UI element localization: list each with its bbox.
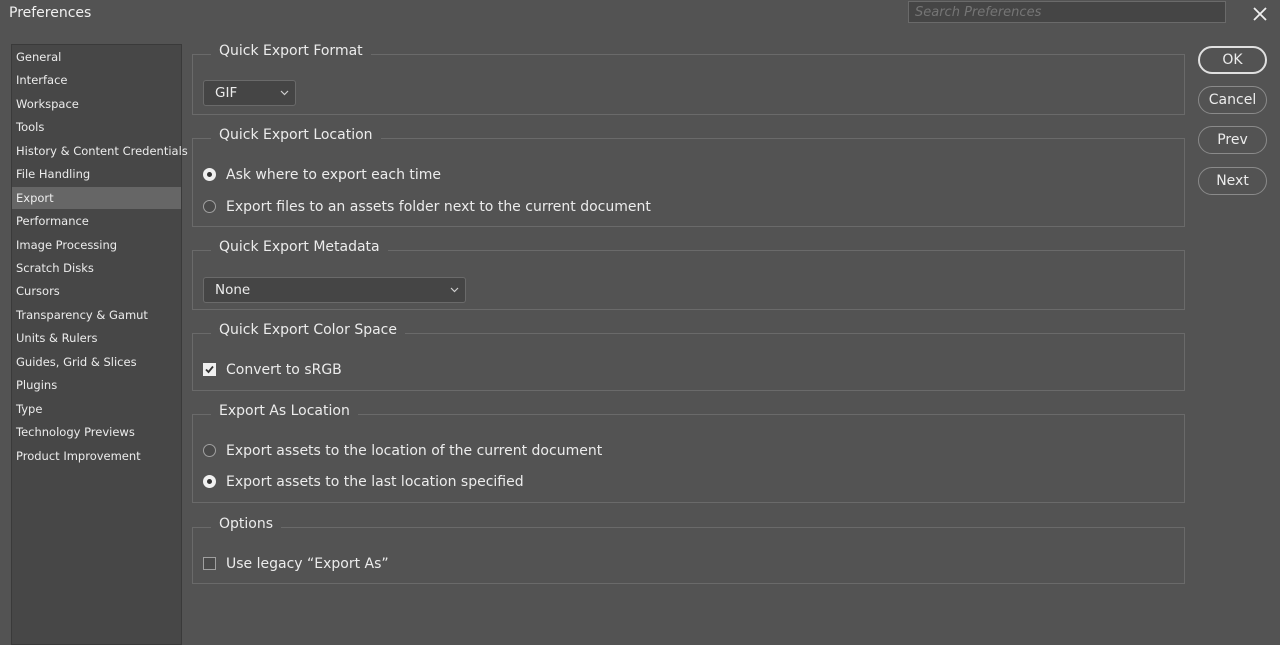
sidebar-item-performance[interactable]: Performance <box>12 210 181 232</box>
sidebar-item-interface[interactable]: Interface <box>12 69 181 91</box>
window-title: Preferences <box>9 5 92 21</box>
sidebar-item-guides[interactable]: Guides, Grid & Slices <box>12 351 181 373</box>
chevron-down-icon <box>450 287 459 293</box>
cancel-button[interactable]: Cancel <box>1198 86 1267 114</box>
radio-current-document-label: Export assets to the location of the cur… <box>226 443 603 459</box>
sidebar-item-product-improvement[interactable]: Product Improvement <box>12 445 181 467</box>
search-input[interactable] <box>908 1 1226 23</box>
checkmark-icon <box>205 365 214 374</box>
quick-export-color-space-title: Quick Export Color Space <box>211 322 405 338</box>
radio-button[interactable] <box>203 168 216 181</box>
radio-button[interactable] <box>203 200 216 213</box>
sidebar-item-technology-previews[interactable]: Technology Previews <box>12 421 181 443</box>
sidebar-item-transparency[interactable]: Transparency & Gamut <box>12 304 181 326</box>
quick-export-metadata-title: Quick Export Metadata <box>211 239 388 255</box>
sidebar-item-file-handling[interactable]: File Handling <box>12 163 181 185</box>
export-as-location-section: Export As Location Export assets to the … <box>192 403 1185 503</box>
radio-last-location-label: Export assets to the last location speci… <box>226 474 524 490</box>
title-bar: Preferences <box>0 0 1280 28</box>
sidebar-item-image-processing[interactable]: Image Processing <box>12 234 181 256</box>
radio-button[interactable] <box>203 444 216 457</box>
quick-export-format-title: Quick Export Format <box>211 43 371 59</box>
export-as-location-title: Export As Location <box>211 403 358 419</box>
preferences-sidebar: General Interface Workspace Tools Histor… <box>11 44 188 645</box>
sidebar-item-history[interactable]: History & Content Credentials <box>12 140 188 162</box>
checkbox[interactable] <box>203 363 216 376</box>
metadata-dropdown-value: None <box>215 282 251 298</box>
quick-export-location-title: Quick Export Location <box>211 127 381 143</box>
sidebar-item-cursors[interactable]: Cursors <box>12 280 181 302</box>
prev-button[interactable]: Prev <box>1198 126 1267 154</box>
radio-button[interactable] <box>203 475 216 488</box>
radio-ask-where-label: Ask where to export each time <box>226 167 442 183</box>
close-icon[interactable] <box>1250 4 1270 24</box>
next-button[interactable]: Next <box>1198 167 1267 195</box>
sidebar-item-plugins[interactable]: Plugins <box>12 374 181 396</box>
sidebar-item-export[interactable]: Export <box>12 187 181 209</box>
quick-export-metadata-section: Quick Export Metadata None <box>192 239 1185 310</box>
options-section: Options Use legacy “Export As” <box>192 516 1185 584</box>
radio-assets-folder-label: Export files to an assets folder next to… <box>226 199 651 215</box>
quick-export-color-space-section: Quick Export Color Space Convert to sRGB <box>192 322 1185 391</box>
ok-button[interactable]: OK <box>1198 46 1267 74</box>
checkbox[interactable] <box>203 557 216 570</box>
legacy-export-as-label: Use legacy “Export As” <box>226 556 389 572</box>
sidebar-item-scratch-disks[interactable]: Scratch Disks <box>12 257 181 279</box>
sidebar-item-workspace[interactable]: Workspace <box>12 93 181 115</box>
format-dropdown-value: GIF <box>215 85 238 101</box>
sidebar-item-units-rulers[interactable]: Units & Rulers <box>12 327 181 349</box>
options-title: Options <box>211 516 282 532</box>
format-dropdown[interactable]: GIF <box>203 80 296 106</box>
convert-srgb-label: Convert to sRGB <box>226 362 342 378</box>
chevron-down-icon <box>280 90 289 96</box>
sidebar-item-type[interactable]: Type <box>12 398 181 420</box>
quick-export-format-section: Quick Export Format GIF <box>192 43 1185 115</box>
metadata-dropdown[interactable]: None <box>203 277 466 303</box>
sidebar-item-general[interactable]: General <box>12 46 181 68</box>
quick-export-location-section: Quick Export Location Ask where to expor… <box>192 127 1185 227</box>
sidebar-item-tools[interactable]: Tools <box>12 116 181 138</box>
